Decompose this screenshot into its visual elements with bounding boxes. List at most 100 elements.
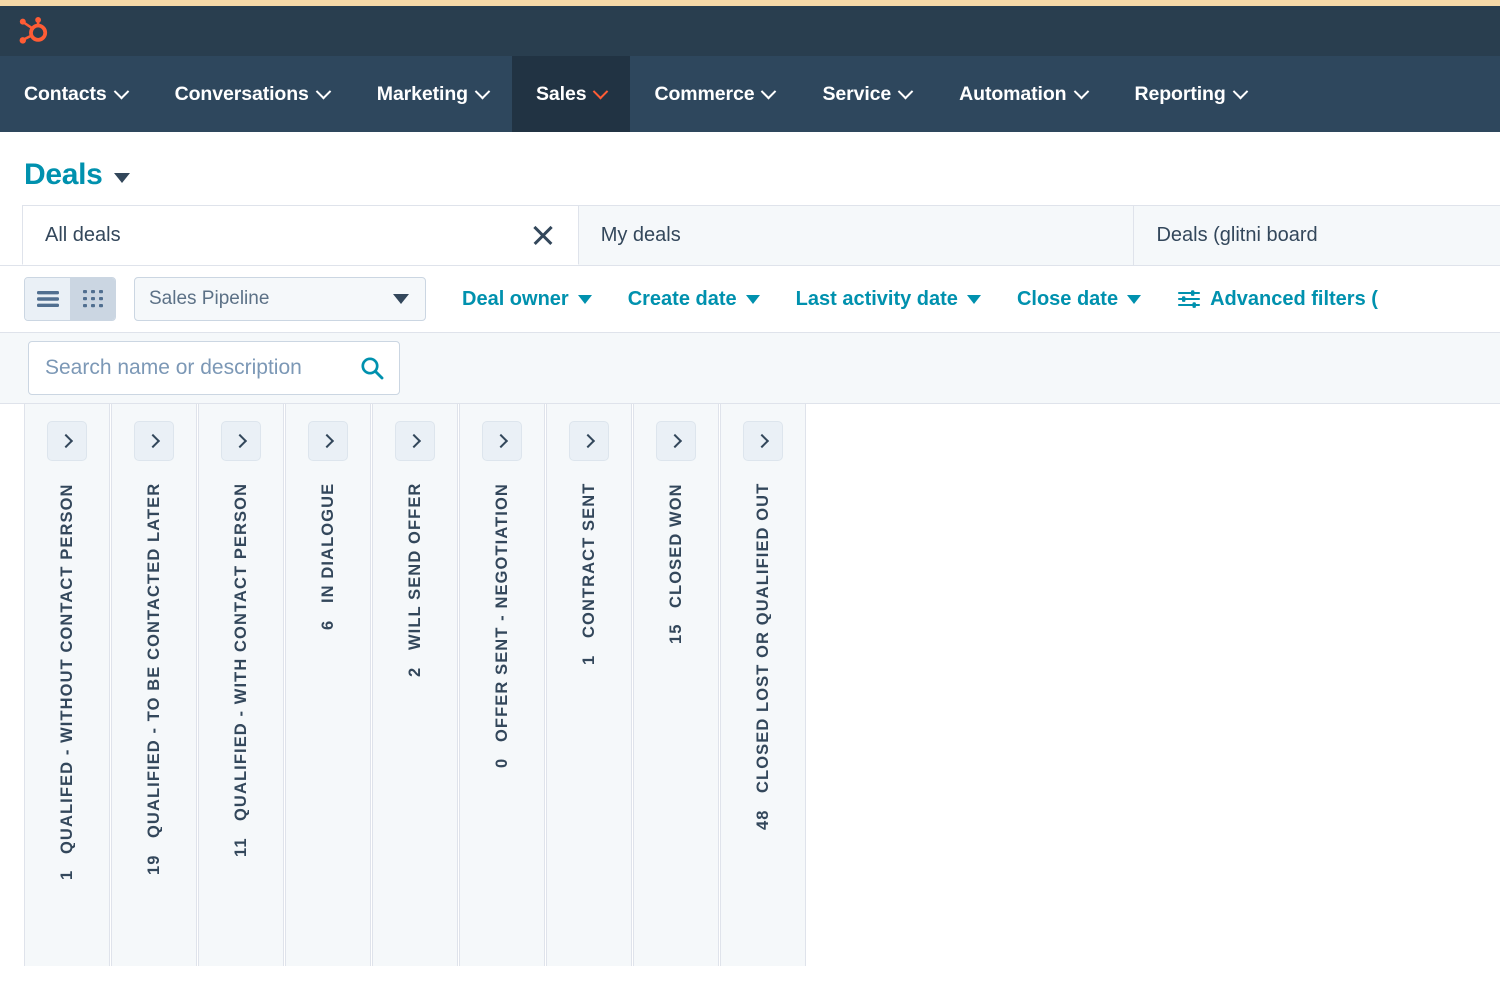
stage-label: QUALIFED - WITHOUT CONTACT PERSON 1 bbox=[59, 483, 76, 966]
stage-label-wrap: CLOSED LOST OR QUALIFIED OUT 48 bbox=[755, 483, 772, 966]
chevron-right-icon[interactable] bbox=[134, 421, 174, 461]
stage-column-qualified-to-be-contacted-later[interactable]: QUALIFIED - TO BE CONTACTED LATER 19 bbox=[111, 404, 197, 966]
chevron-right-icon[interactable] bbox=[482, 421, 522, 461]
stage-name: WILL SEND OFFER bbox=[407, 483, 424, 650]
nav-item-reporting[interactable]: Reporting bbox=[1111, 56, 1270, 132]
stage-column-in-dialogue[interactable]: IN DIALOGUE 6 bbox=[285, 404, 371, 966]
stage-label-wrap: CLOSED WON 15 bbox=[668, 483, 685, 966]
chevron-down-icon bbox=[1232, 83, 1248, 99]
chevron-right-icon[interactable] bbox=[47, 421, 87, 461]
stage-name: CONTRACT SENT bbox=[581, 483, 598, 638]
stage-label-wrap: QUALIFED - WITHOUT CONTACT PERSON 1 bbox=[59, 483, 76, 966]
pipeline-select[interactable]: Sales Pipeline bbox=[134, 277, 426, 321]
stage-count: 15 bbox=[668, 624, 685, 645]
chevron-glyph bbox=[493, 434, 507, 448]
board-view-icon[interactable] bbox=[70, 278, 115, 320]
chevron-right-icon[interactable] bbox=[743, 421, 783, 461]
stage-column-contract-sent[interactable]: CONTRACT SENT 1 bbox=[546, 404, 632, 966]
pipeline-value: Sales Pipeline bbox=[149, 288, 269, 310]
filter-deal-owner[interactable]: Deal owner bbox=[462, 288, 592, 311]
nav-item-commerce[interactable]: Commerce bbox=[630, 56, 798, 132]
chevron-right-icon[interactable] bbox=[395, 421, 435, 461]
chevron-glyph bbox=[232, 434, 246, 448]
advanced-filters-button[interactable]: Advanced filters ( bbox=[1177, 288, 1378, 311]
tab-label: All deals bbox=[45, 224, 121, 247]
nav-label: Contacts bbox=[24, 83, 107, 106]
tab-deals-glitni-board[interactable]: Deals (glitni board bbox=[1133, 205, 1500, 265]
chevron-down-icon bbox=[1073, 83, 1089, 99]
nav-item-sales[interactable]: Sales bbox=[512, 56, 630, 132]
caret-down-icon bbox=[578, 295, 592, 304]
stage-count: 2 bbox=[407, 666, 424, 676]
stage-count: 19 bbox=[146, 854, 163, 875]
chevron-right-icon[interactable] bbox=[221, 421, 261, 461]
tab-label: My deals bbox=[601, 224, 681, 247]
nav-item-marketing[interactable]: Marketing bbox=[353, 56, 512, 132]
search-icon[interactable] bbox=[359, 355, 385, 381]
stage-label: WILL SEND OFFER 2 bbox=[407, 483, 424, 966]
chevron-right-icon[interactable] bbox=[569, 421, 609, 461]
caret-down-icon[interactable] bbox=[114, 173, 130, 183]
stage-name: OFFER SENT - NEGOTIATION bbox=[494, 483, 511, 742]
hubspot-sprocket-logo[interactable] bbox=[16, 14, 50, 48]
stage-name: CLOSED WON bbox=[668, 483, 685, 608]
stage-label-wrap: OFFER SENT - NEGOTIATION 0 bbox=[494, 483, 511, 966]
chevron-down-icon bbox=[113, 83, 129, 99]
stage-count: 1 bbox=[59, 870, 76, 880]
stage-column-qualified-with-contact-person[interactable]: QUALIFIED - WITH CONTACT PERSON 11 bbox=[198, 404, 284, 966]
chevron-down-icon bbox=[898, 83, 914, 99]
tab-my-deals[interactable]: My deals bbox=[578, 205, 1135, 265]
stage-label: IN DIALOGUE 6 bbox=[320, 483, 337, 966]
stage-label-wrap: CONTRACT SENT 1 bbox=[581, 483, 598, 966]
filter-close-date[interactable]: Close date bbox=[1017, 288, 1141, 311]
nav-label: Conversations bbox=[175, 83, 309, 106]
search-box[interactable] bbox=[28, 341, 400, 395]
filter-last-activity-date[interactable]: Last activity date bbox=[796, 288, 981, 311]
caret-down-icon bbox=[393, 294, 409, 304]
stage-label: CONTRACT SENT 1 bbox=[581, 483, 598, 966]
search-input[interactable] bbox=[45, 356, 353, 380]
chevron-right-icon[interactable] bbox=[656, 421, 696, 461]
close-icon[interactable] bbox=[530, 222, 556, 248]
stage-label-wrap: WILL SEND OFFER 2 bbox=[407, 483, 424, 966]
nav-item-automation[interactable]: Automation bbox=[935, 56, 1110, 132]
stage-label-wrap: QUALIFIED - TO BE CONTACTED LATER 19 bbox=[146, 483, 163, 966]
chevron-glyph bbox=[754, 434, 768, 448]
stage-column-offer-sent-negotiation[interactable]: OFFER SENT - NEGOTIATION 0 bbox=[459, 404, 545, 966]
chevron-down-icon bbox=[475, 83, 491, 99]
filter-label: Last activity date bbox=[796, 288, 958, 311]
advanced-filters-label: Advanced filters ( bbox=[1210, 288, 1378, 311]
nav-label: Marketing bbox=[377, 83, 468, 106]
filter-toolbar: Sales Pipeline Deal owner Create date La… bbox=[0, 266, 1500, 332]
chevron-down-icon bbox=[316, 83, 332, 99]
stage-column-will-send-offer[interactable]: WILL SEND OFFER 2 bbox=[372, 404, 458, 966]
chevron-glyph bbox=[580, 434, 594, 448]
filter-create-date[interactable]: Create date bbox=[628, 288, 760, 311]
stage-label: CLOSED WON 15 bbox=[668, 483, 685, 966]
stage-column-closed-won[interactable]: CLOSED WON 15 bbox=[633, 404, 719, 966]
chevron-glyph bbox=[58, 434, 72, 448]
stage-label-wrap: IN DIALOGUE 6 bbox=[320, 483, 337, 966]
chevron-glyph bbox=[667, 434, 681, 448]
stage-label-wrap: QUALIFIED - WITH CONTACT PERSON 11 bbox=[233, 483, 250, 966]
deal-stage-board: QUALIFED - WITHOUT CONTACT PERSON 1 QUAL… bbox=[0, 404, 1500, 966]
tab-all-deals[interactable]: All deals bbox=[22, 205, 579, 265]
caret-down-icon bbox=[1127, 295, 1141, 304]
nav-label: Reporting bbox=[1135, 83, 1226, 106]
stage-column-closed-lost-or-qualified-out[interactable]: CLOSED LOST OR QUALIFIED OUT 48 bbox=[720, 404, 806, 966]
chevron-down-icon bbox=[593, 83, 609, 99]
list-view-icon[interactable] bbox=[25, 278, 70, 320]
nav-item-contacts[interactable]: Contacts bbox=[0, 56, 151, 132]
chevron-right-icon[interactable] bbox=[308, 421, 348, 461]
stage-column-qualifed-without-contact-person[interactable]: QUALIFED - WITHOUT CONTACT PERSON 1 bbox=[24, 404, 110, 966]
nav-item-conversations[interactable]: Conversations bbox=[151, 56, 353, 132]
view-tabs: All deals My deals Deals (glitni board bbox=[0, 206, 1500, 266]
nav-item-service[interactable]: Service bbox=[798, 56, 935, 132]
stage-label: CLOSED LOST OR QUALIFIED OUT 48 bbox=[755, 483, 772, 966]
chevron-down-icon bbox=[761, 83, 777, 99]
caret-down-icon bbox=[746, 295, 760, 304]
filter-label: Create date bbox=[628, 288, 737, 311]
stage-label: OFFER SENT - NEGOTIATION 0 bbox=[494, 483, 511, 966]
page-content: Deals All deals My deals Deals (glitni b… bbox=[0, 132, 1500, 966]
stage-name: QUALIFIED - WITH CONTACT PERSON bbox=[233, 483, 250, 821]
